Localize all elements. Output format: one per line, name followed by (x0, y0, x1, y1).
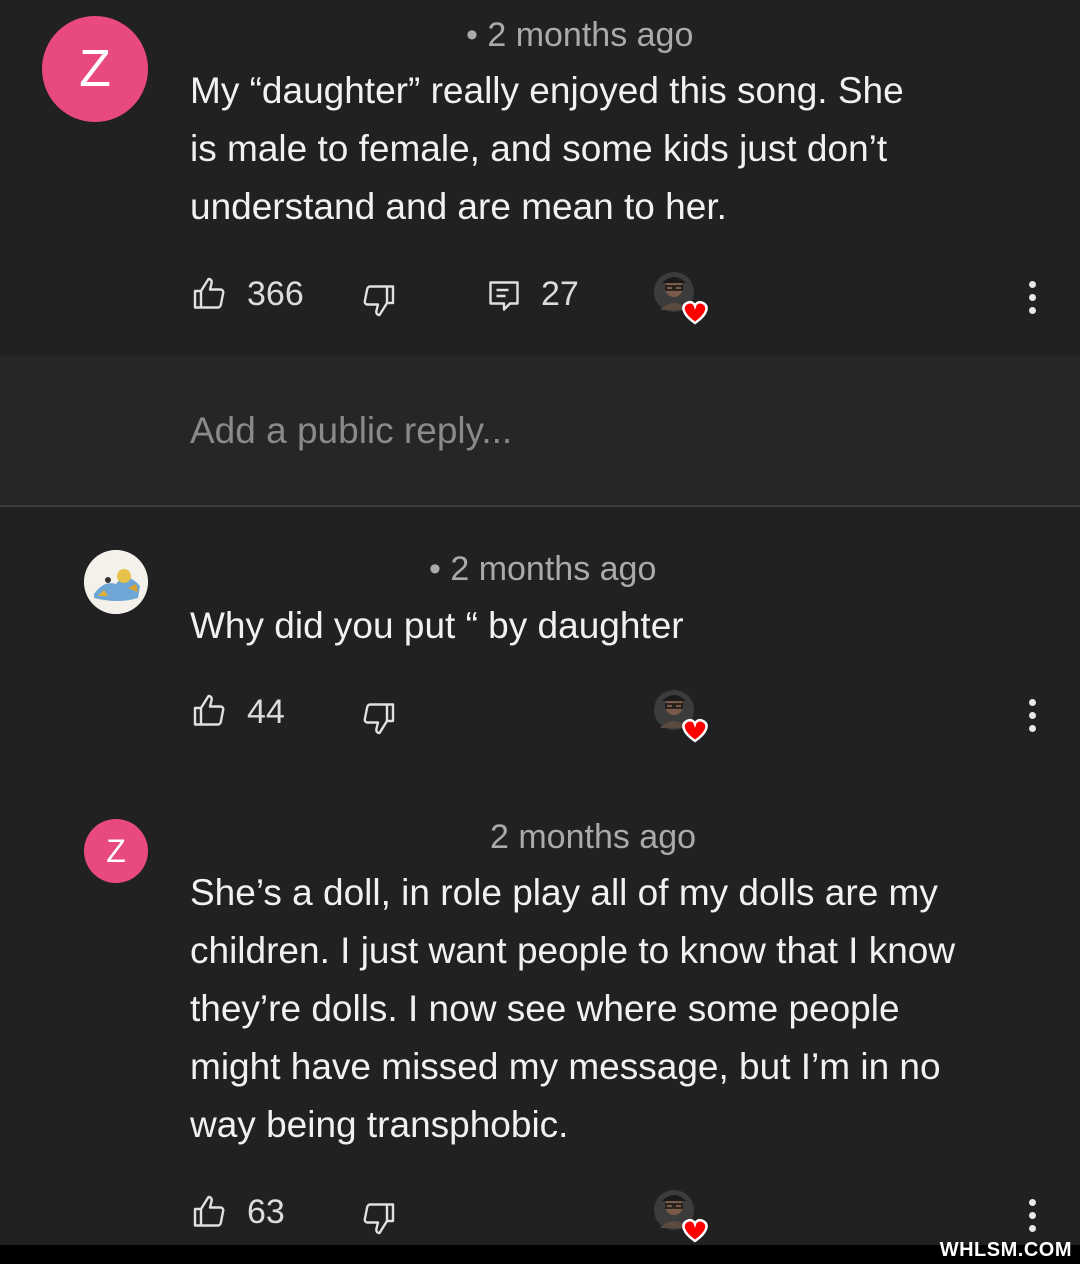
comments-page: Z • 2 months ago My “daughter” really en… (0, 0, 1080, 1264)
reply-comment-icon[interactable] (486, 278, 522, 314)
comment-line: they’re dolls. I now see where some peop… (190, 988, 900, 1029)
comment-timestamp: • 2 months ago (466, 16, 694, 54)
thumbs-down-icon[interactable] (360, 1200, 396, 1236)
comment-timestamp: 2 months ago (490, 818, 697, 856)
avatar[interactable]: Z (42, 16, 148, 122)
creator-heart-icon (654, 690, 708, 743)
more-options-icon[interactable] (1028, 278, 1036, 317)
thumbs-down-icon[interactable] (360, 700, 396, 736)
comment-line: way being transphobic. (190, 1104, 569, 1145)
creator-heart-icon (654, 1190, 708, 1243)
avatar[interactable] (84, 550, 148, 614)
creator-heart-icon (654, 272, 708, 325)
like-count: 366 (247, 275, 304, 313)
thumbs-down-icon[interactable] (360, 282, 396, 318)
comment-line: My “daughter” really enjoyed this song. … (190, 70, 904, 111)
thumbs-up-icon[interactable] (192, 1194, 228, 1230)
like-count: 63 (247, 1193, 285, 1231)
comment-line: She’s a doll, in role play all of my dol… (190, 872, 938, 913)
more-options-icon[interactable] (1028, 696, 1036, 735)
avatar[interactable]: Z (84, 819, 148, 883)
reply-input[interactable]: Add a public reply... (190, 410, 512, 452)
comment-line: children. I just want people to know tha… (190, 930, 956, 971)
reply-input-area (0, 356, 1080, 506)
comment-text: She’s a doll, in role play all of my dol… (190, 864, 1050, 1154)
thumbs-up-icon[interactable] (192, 276, 228, 312)
reply-count[interactable]: 27 (541, 275, 579, 314)
watermark: WHLSM.COM (939, 1239, 1072, 1261)
thumbs-up-icon[interactable] (192, 693, 228, 729)
watermark-bar (0, 1245, 1080, 1264)
divider (0, 505, 1080, 507)
comment-line: might have missed my message, but I’m in… (190, 1046, 941, 1087)
comment-text: My “daughter” really enjoyed this song. … (190, 62, 1050, 236)
comment-line: Why did you put “ by daughter (190, 605, 684, 646)
more-options-icon[interactable] (1028, 1196, 1036, 1235)
comment-text: Why did you put “ by daughter (190, 597, 1050, 655)
comment-line: is male to female, and some kids just do… (190, 128, 888, 169)
comment-timestamp: • 2 months ago (429, 550, 657, 588)
comment-line: understand and are mean to her. (190, 186, 727, 227)
avatar-image (84, 550, 148, 614)
like-count: 44 (247, 693, 285, 731)
